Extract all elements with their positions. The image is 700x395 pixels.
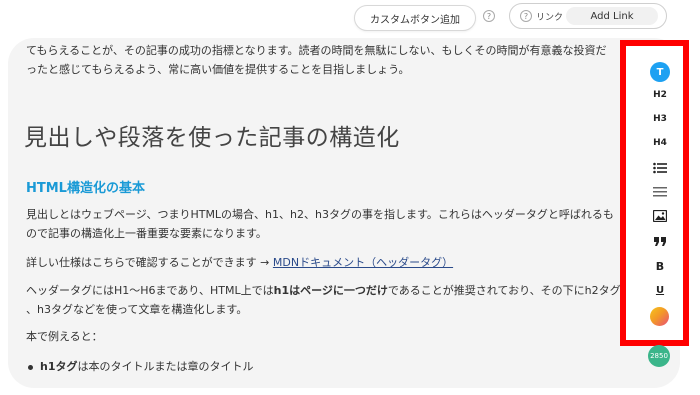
paragraph-4: 本で例えると： bbox=[26, 330, 103, 343]
separator-icon[interactable] bbox=[648, 183, 672, 201]
custom-button-add[interactable]: カスタムボタン追加 bbox=[354, 5, 476, 31]
help-icon[interactable]: ? bbox=[483, 10, 495, 22]
h4-button[interactable]: H4 bbox=[648, 134, 672, 152]
paragraph-1: 見出しとはウェブページ、つまりHTMLの場合、h1、h2、h3タグの事を指します… bbox=[26, 208, 614, 240]
text-format-button[interactable]: T bbox=[650, 62, 670, 82]
character-counter: 2850 bbox=[648, 345, 670, 367]
h3-button[interactable]: H3 bbox=[648, 110, 672, 128]
heading-h3: HTML構造化の基本 bbox=[26, 181, 145, 196]
list-item: h1タグは本のタイトルまたは章のタイトル bbox=[28, 358, 254, 374]
bold-button[interactable]: B bbox=[648, 257, 672, 275]
intro-paragraph: てもらえることが、その記事の成功の指標となります。読者の時間を無駄にしない、もし… bbox=[26, 44, 607, 76]
image-icon[interactable] bbox=[648, 207, 672, 225]
quote-icon[interactable] bbox=[648, 232, 672, 250]
mdn-link[interactable]: MDNドキュメント（ヘッダータグ） bbox=[273, 256, 453, 269]
paragraph-2: 詳しい仕様はこちらで確認することができます → MDNドキュメント（ヘッダータグ… bbox=[26, 256, 454, 269]
bullet-dot bbox=[28, 364, 33, 370]
underline-button[interactable]: U bbox=[648, 281, 672, 299]
list-icon[interactable] bbox=[648, 159, 672, 177]
editor-panel[interactable]: てもらえることが、その記事の成功の指標となります。読者の時間を無駄にしない、もし… bbox=[8, 38, 680, 388]
h2-button[interactable]: H2 bbox=[648, 86, 672, 104]
paragraph-3: ヘッダータグにはH1〜H6まであり、HTML上ではh1はページに一つだけであるこ… bbox=[26, 284, 621, 316]
link-pill: ? リンク Add Link bbox=[509, 3, 667, 29]
add-link-button[interactable]: Add Link bbox=[566, 7, 658, 25]
heading-h2: 見出しや段落を使った記事の構造化 bbox=[24, 125, 400, 151]
color-palette-icon[interactable] bbox=[650, 307, 669, 326]
arrow-icon: → bbox=[260, 256, 270, 269]
link-help-icon[interactable]: ? bbox=[520, 10, 532, 22]
link-label: リンク bbox=[536, 12, 564, 23]
